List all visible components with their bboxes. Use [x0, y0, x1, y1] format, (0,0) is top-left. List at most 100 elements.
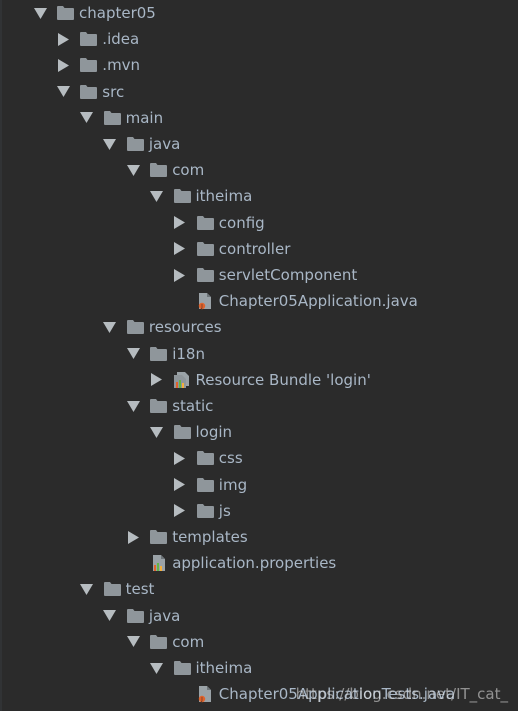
folder-icon — [150, 346, 168, 361]
tree-item-label: java — [148, 606, 181, 625]
tree-row[interactable]: templates — [0, 524, 518, 550]
java-file-icon: J — [197, 685, 214, 703]
folder-icon — [196, 215, 214, 230]
properties-file-icon — [150, 554, 167, 571]
tree-row[interactable]: main — [0, 105, 518, 131]
tree-item-label: i18n — [172, 344, 205, 363]
expand-arrow-right-icon[interactable] — [126, 530, 140, 544]
folder-icon — [196, 503, 214, 518]
tree-row[interactable]: J Chapter05Application.java — [0, 288, 518, 314]
tree-row[interactable]: js — [0, 498, 518, 524]
expand-arrow-right-icon[interactable] — [56, 58, 70, 72]
tree-row[interactable]: static — [0, 393, 518, 419]
tree-item-label: Resource Bundle 'login' — [195, 370, 371, 389]
tree-item-label: login — [195, 423, 233, 442]
tree-item-label: static — [172, 397, 214, 415]
folder-icon — [196, 477, 214, 492]
expand-arrow-down-icon[interactable] — [56, 85, 70, 99]
folder-icon — [173, 425, 191, 440]
tree-item-label: src — [102, 82, 125, 101]
expand-arrow-down-icon[interactable] — [80, 582, 94, 596]
tree-row[interactable]: css — [0, 445, 518, 471]
tree-row[interactable]: login — [0, 419, 518, 445]
folder-icon — [126, 320, 144, 335]
tree-row[interactable]: Resource Bundle 'login' — [0, 367, 518, 393]
expand-arrow-right-icon[interactable] — [173, 451, 187, 465]
tree-item-label: application.properties — [172, 554, 337, 573]
tree-row[interactable]: i18n — [0, 341, 518, 367]
expand-arrow-down-icon[interactable] — [80, 111, 94, 125]
folder-icon — [150, 163, 168, 178]
tree-row[interactable]: com — [0, 157, 518, 183]
expand-arrow-down-icon[interactable] — [126, 163, 140, 177]
expand-arrow-down-icon[interactable] — [103, 320, 117, 334]
tree-item-label: .idea — [102, 30, 140, 49]
folder-icon — [196, 241, 214, 256]
folder-icon — [196, 451, 214, 466]
tree-item-label: com — [172, 632, 205, 651]
expand-arrow-right-icon[interactable] — [173, 478, 187, 492]
expand-arrow-down-icon[interactable] — [126, 347, 140, 361]
tree-row[interactable]: config — [0, 210, 518, 236]
tree-row[interactable]: controller — [0, 236, 518, 262]
folder-icon — [80, 32, 98, 47]
folder-icon — [103, 582, 121, 597]
tree-item-label: resources — [148, 318, 222, 337]
tree-item-label: itheima — [195, 187, 253, 206]
svg-text:J: J — [201, 304, 203, 310]
tree-item-label: com — [172, 161, 205, 180]
folder-icon — [57, 6, 74, 21]
expand-arrow-down-icon[interactable] — [126, 635, 140, 649]
java-file-icon: J — [197, 292, 214, 310]
tree-item-label: java — [148, 135, 181, 153]
expand-arrow-right-icon[interactable] — [173, 216, 187, 230]
expand-arrow-right-icon[interactable] — [173, 242, 187, 256]
tree-row[interactable]: img — [0, 472, 518, 498]
folder-icon — [80, 58, 98, 73]
tree-row[interactable]: resources — [0, 314, 518, 340]
tree-row[interactable]: java — [0, 603, 518, 629]
expand-arrow-right-icon[interactable] — [150, 373, 164, 387]
tree-item-label: test — [125, 580, 155, 599]
tree-row[interactable]: .mvn — [0, 52, 518, 78]
tree-item-label: controller — [218, 239, 291, 258]
tree-row[interactable]: application.properties — [0, 550, 518, 576]
expand-arrow-down-icon[interactable] — [126, 399, 140, 413]
expand-arrow-right-icon[interactable] — [56, 32, 70, 46]
folder-icon — [126, 137, 144, 152]
folder-icon — [150, 399, 168, 414]
folder-icon — [103, 110, 121, 125]
svg-text:J: J — [201, 697, 203, 703]
tree-row[interactable]: servletComponent — [0, 262, 518, 288]
tree-row[interactable]: chapter05 — [0, 0, 518, 26]
tree-item-label: servletComponent — [218, 266, 358, 284]
expand-arrow-down-icon[interactable] — [150, 661, 164, 675]
tree-item-label: main — [125, 108, 164, 127]
tree-row[interactable]: itheima — [0, 183, 518, 209]
tree-item-label: itheima — [195, 659, 253, 677]
tree-item-label: templates — [172, 528, 248, 546]
folder-icon — [196, 268, 214, 283]
expand-arrow-down-icon[interactable] — [150, 189, 164, 203]
tree-item-label: chapter05 — [79, 4, 156, 22]
folder-icon — [80, 84, 98, 99]
watermark: https://blog.csdn.net/IT_cat_ — [295, 685, 508, 703]
folder-icon — [173, 189, 191, 204]
expand-arrow-down-icon[interactable] — [150, 425, 164, 439]
tree-row[interactable]: src — [0, 79, 518, 105]
tree-item-label: js — [218, 501, 231, 520]
resource-bundle-icon — [173, 371, 191, 388]
expand-arrow-down-icon[interactable] — [33, 6, 47, 20]
tree-item-label: img — [218, 475, 248, 494]
folder-icon — [150, 634, 168, 649]
tree-row[interactable]: java — [0, 131, 518, 157]
expand-arrow-right-icon[interactable] — [173, 504, 187, 518]
tree-row[interactable]: itheima — [0, 655, 518, 681]
tree-row[interactable]: com — [0, 629, 518, 655]
expand-arrow-down-icon[interactable] — [103, 137, 117, 151]
expand-arrow-right-icon[interactable] — [173, 268, 187, 282]
tree-row[interactable]: test — [0, 576, 518, 602]
project-tree: chapter05 .idea .mvn src main java com itheima c… — [0, 0, 518, 711]
tree-row[interactable]: .idea — [0, 26, 518, 52]
expand-arrow-down-icon[interactable] — [103, 609, 117, 623]
